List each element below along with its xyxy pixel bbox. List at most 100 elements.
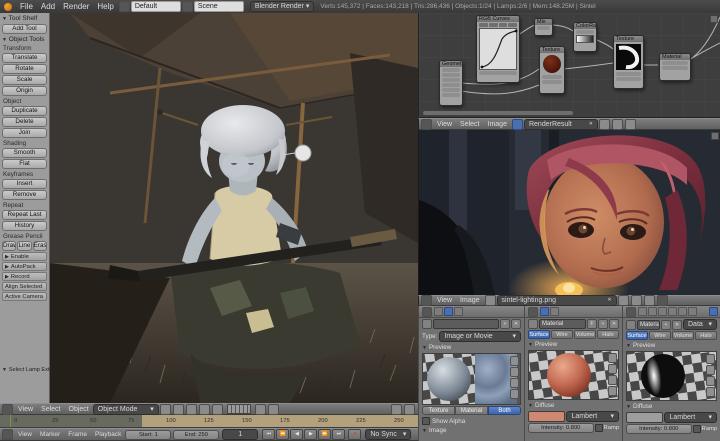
object-tab-icon[interactable] [668, 307, 677, 316]
preview-both-button[interactable]: Both [488, 406, 521, 415]
grease-draw-button[interactable]: Draw [2, 241, 16, 251]
fake-user-button[interactable]: F [587, 319, 597, 329]
material-tab-icon[interactable] [540, 307, 549, 316]
image-new-icon[interactable] [618, 295, 629, 306]
wire-tab[interactable]: Wire [649, 331, 671, 340]
unlink-icon[interactable]: ✕ [672, 320, 682, 330]
texture-type-select[interactable]: Image or Movie ▾ [439, 331, 521, 342]
addon-toggle-align[interactable]: Align Selected [2, 282, 47, 291]
node-colorramp[interactable]: ColorRamp [573, 22, 597, 52]
node-editor-scrollbar[interactable] [423, 111, 573, 115]
layers-grid[interactable] [227, 404, 251, 414]
editor-type-icon[interactable] [2, 404, 13, 415]
material-tab-icon[interactable] [709, 307, 718, 316]
intensity-slider[interactable]: Intensity: 0.800 [528, 423, 594, 433]
constraints-tab-icon[interactable] [678, 307, 687, 316]
node-output[interactable]: Material [659, 53, 691, 81]
diffuse-section-header[interactable]: ▼ Diffuse [623, 402, 720, 411]
repeat-last-button[interactable]: Repeat Last [2, 210, 47, 220]
current-frame-field[interactable]: 1 [222, 429, 258, 440]
texture-tab-icon[interactable] [444, 307, 453, 316]
object-tools-panel-header[interactable]: ▼ Object Tools [0, 35, 49, 44]
viewport-3d[interactable] [50, 13, 418, 403]
current-frame-marker[interactable] [10, 415, 11, 428]
preview-section-header[interactable]: ▼ Preview [525, 340, 622, 349]
node-geometry[interactable]: Geometry [439, 60, 463, 106]
addon-toggle-enable[interactable]: ▶ Enable [2, 252, 47, 261]
addon-toggle-record[interactable]: ▶ Record [2, 272, 47, 281]
lamp-extras-panel-header[interactable]: ▼ Select Lamp Extras [0, 365, 54, 374]
world-tab-icon[interactable] [658, 307, 667, 316]
rotate-button[interactable]: Rotate [2, 64, 47, 74]
preview-shape-buttons[interactable] [608, 353, 617, 396]
preview-texture-button[interactable]: Texture [422, 406, 455, 415]
preview-shape-buttons[interactable] [706, 354, 715, 397]
menu-add[interactable]: Add [37, 2, 59, 11]
close-icon[interactable]: ✕ [607, 296, 611, 305]
editor-type-icon[interactable] [421, 295, 432, 306]
scene-field[interactable]: Scene [194, 1, 244, 12]
next-keyframe-button[interactable]: ⏩ [318, 429, 331, 440]
image-pack-icon[interactable] [625, 119, 636, 130]
render-opengl-icon[interactable] [391, 404, 402, 415]
scene-icon[interactable] [182, 1, 193, 12]
area-corner-handle[interactable] [710, 15, 718, 23]
menu-render[interactable]: Render [59, 2, 93, 11]
snap-magnet-icon[interactable] [255, 404, 266, 415]
texture-tab-icon[interactable] [550, 307, 559, 316]
halo-tab[interactable]: Halo [695, 331, 717, 340]
manipulator-rotate-icon[interactable] [199, 404, 210, 415]
image-datablock-field[interactable]: RenderResult ✕ [524, 119, 598, 130]
record-button[interactable]: ⏺ [348, 429, 361, 440]
editor-type-icon[interactable] [2, 429, 13, 440]
render-opengl-anim-icon[interactable] [404, 404, 415, 415]
scale-button[interactable]: Scale [2, 75, 47, 85]
viewport-shading-icon[interactable] [160, 404, 171, 415]
add-tool-dropdown[interactable]: Add Tool [2, 24, 47, 34]
close-icon[interactable]: ✕ [589, 120, 593, 129]
image-open-icon[interactable] [612, 119, 623, 130]
screen-layout-field[interactable]: Default [131, 1, 181, 12]
duplicate-button[interactable]: Duplicate [2, 106, 47, 116]
preview-section-header[interactable]: ▼ Preview [623, 341, 720, 350]
show-alpha-checkbox[interactable] [422, 417, 430, 425]
node-texture-2[interactable]: Texture [613, 35, 644, 89]
menu-marker[interactable]: Marker [36, 431, 64, 438]
new-texture-icon[interactable]: + [500, 319, 510, 329]
play-reverse-button[interactable]: ◀ [290, 429, 303, 440]
properties-editor-icon[interactable] [422, 307, 432, 317]
volume-tab[interactable]: Volume [574, 330, 596, 339]
menu-view[interactable]: View [433, 121, 456, 128]
menu-frame[interactable]: Frame [64, 431, 91, 438]
node-mix[interactable]: Mix [534, 18, 553, 36]
grease-erase-button[interactable]: Erase [33, 241, 47, 251]
delete-button[interactable]: Delete [2, 117, 47, 127]
flat-button[interactable]: Flat [2, 159, 47, 169]
editor-type-icon[interactable] [421, 119, 432, 130]
translate-button[interactable]: Translate [2, 53, 47, 63]
node-rgb-curves[interactable]: RGB Curves [476, 15, 520, 83]
frame-start-field[interactable]: Start: 1 [125, 430, 171, 440]
play-button[interactable]: ▶ [304, 429, 317, 440]
image-open-icon[interactable] [631, 295, 642, 306]
data-tab-icon[interactable] [688, 307, 697, 316]
volume-tab[interactable]: Volume [672, 331, 694, 340]
timeline-ruler[interactable]: 0 25 50 75 100 125 150 175 200 225 250 [0, 415, 418, 428]
paint-mode-icon[interactable] [657, 295, 668, 306]
preview-material-button[interactable]: Material [455, 406, 488, 415]
smooth-button[interactable]: Smooth [2, 148, 47, 158]
menu-view[interactable]: View [14, 406, 37, 413]
jump-to-start-button[interactable]: ⏮ [262, 429, 275, 440]
menu-image[interactable]: Image [484, 121, 511, 128]
diffuse-color-swatch[interactable] [528, 411, 565, 422]
image-new-icon[interactable] [599, 119, 610, 130]
addon-toggle-autopack[interactable]: ▶ AutoPack [2, 262, 47, 271]
prev-keyframe-button[interactable]: ⏪ [276, 429, 289, 440]
menu-select[interactable]: Select [37, 406, 64, 413]
shader-model-select[interactable]: Lambert ▾ [566, 411, 619, 422]
join-button[interactable]: Join [2, 128, 47, 138]
render-engine-select[interactable]: Blender Render ▾ [250, 1, 315, 12]
origin-button[interactable]: Origin [2, 86, 47, 96]
preview-section-header[interactable]: ▼ Preview [419, 343, 524, 352]
texture-slot-icon[interactable] [422, 319, 432, 329]
